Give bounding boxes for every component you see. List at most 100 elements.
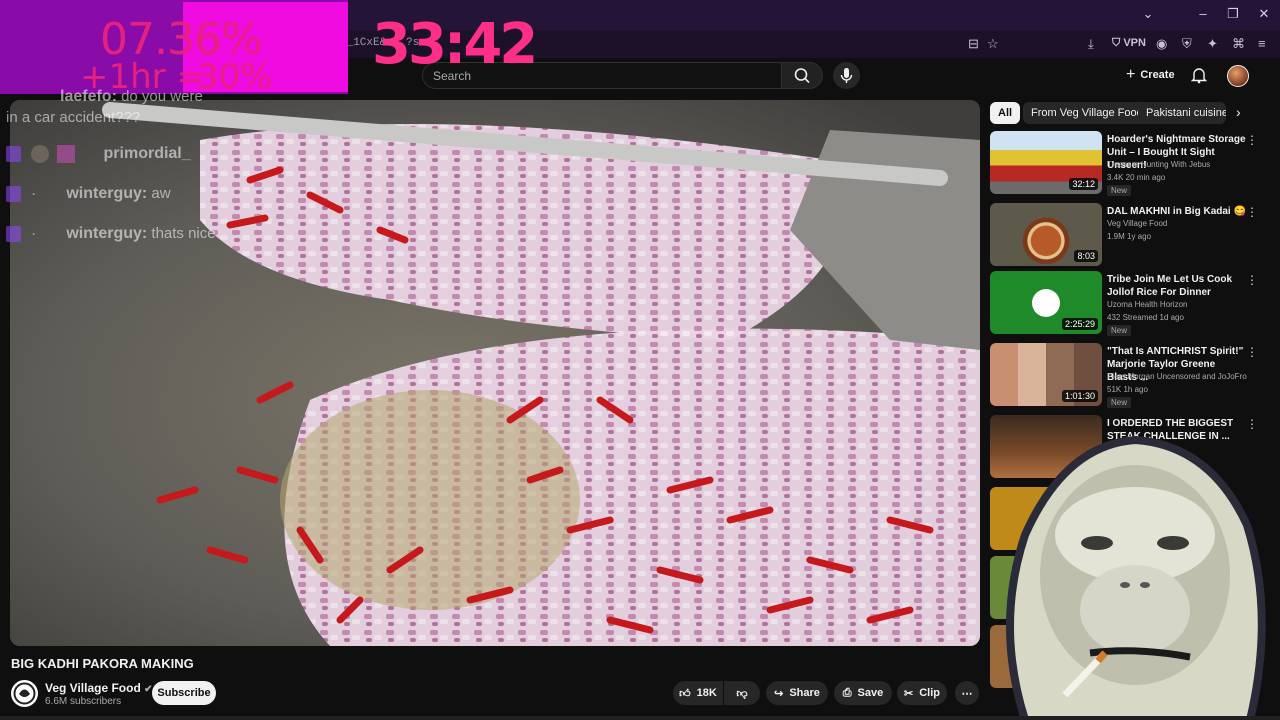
chat-username: primordial_ [103, 145, 191, 162]
recommendation-meta: 432 Streamed 1d ago [1107, 313, 1184, 322]
new-badge: New [1107, 397, 1132, 408]
chat-text: do you were [121, 88, 203, 105]
recommendation-meta: 3.4K 20 min ago [1107, 173, 1166, 182]
recommendation-item[interactable]: 8:03 DAL MAKHNI in Big Kadai 😋 Veg Villa… [990, 203, 1260, 267]
chat-username: winterguy: [66, 185, 148, 202]
more-options-icon[interactable]: ⋮ [1246, 205, 1258, 219]
video-thumbnail[interactable]: 8:03 [990, 203, 1102, 266]
stream-timer: 33:42 [372, 12, 538, 77]
search-icon [794, 68, 810, 84]
channel-text: Piers Morgan Uncensored [1107, 372, 1200, 381]
microphone-icon [840, 68, 853, 83]
tab-list-chevron-icon[interactable]: ⌄ [1138, 6, 1158, 22]
like-count: 18K [696, 687, 717, 699]
twitch-icon [6, 226, 21, 243]
more-options-icon[interactable]: ⋮ [1246, 345, 1258, 359]
account-icon[interactable]: ◉ [1156, 36, 1167, 52]
channel-avatar[interactable] [11, 680, 38, 707]
minimize-button[interactable]: – [1193, 6, 1213, 21]
downloads-icon[interactable]: ⤓ [1088, 36, 1094, 52]
chip-all[interactable]: All [990, 102, 1021, 124]
chip-pakistani-cuisine[interactable]: Pakistani cuisine [1138, 102, 1226, 124]
chat-text: aw [151, 185, 171, 202]
recommendation-item[interactable]: 32:12 Hoarder's Nightmare Storage Unit –… [990, 131, 1260, 196]
chat-text: thats nice [151, 225, 216, 242]
video-thumbnail[interactable]: 1:01:30 [990, 343, 1102, 406]
duration-badge: 2:25:29 [1061, 318, 1098, 330]
subscriber-count: 6.6M subscribers [45, 696, 122, 707]
chat-text: in a car accident??? [6, 109, 141, 126]
bookmark-icon: ⎙ [842, 686, 852, 699]
page-bottom-divider [0, 716, 1280, 720]
recommendation-title: Tribe Join Me Let Us Cook Jollof Rice Fo… [1107, 274, 1233, 298]
channel-name[interactable]: Veg Village Food ✔ [45, 681, 153, 695]
more-dots-icon: ⋯ [961, 687, 973, 700]
chat-avatar [31, 145, 50, 164]
duration-badge: 8:03 [1074, 250, 1098, 262]
vpn-button[interactable]: ⛉ VPN [1112, 37, 1146, 50]
create-button[interactable]: + Create [1120, 64, 1181, 86]
chips-next-chevron-icon[interactable]: › [1236, 104, 1241, 120]
profile-icon[interactable]: ⌘ [1232, 36, 1245, 52]
chat-message: · winterguy: thats nice [6, 225, 216, 243]
chat-username: laefefo: [60, 88, 117, 105]
create-label: Create [1140, 69, 1175, 81]
channel-logo-icon [13, 682, 36, 705]
vpn-shield-icon: ⛉ [1112, 37, 1121, 49]
voice-search-button[interactable] [833, 62, 860, 89]
more-options-icon[interactable]: ⋮ [1246, 133, 1258, 147]
recommendation-channel: Treasure Hunting With Jebus [1107, 160, 1211, 169]
webcam-overlay [1006, 435, 1266, 720]
close-window-button[interactable]: ✕ [1254, 6, 1274, 22]
share-icon: ↪ [774, 687, 784, 700]
chat-message: primordial_ [6, 145, 191, 164]
twitch-icon [6, 186, 21, 203]
recommendation-channel: Uzoma Health Horizon [1107, 300, 1188, 309]
clip-label: Clip [919, 687, 940, 699]
video-player[interactable] [10, 100, 980, 646]
channel-name-text: Veg Village Food [45, 681, 141, 695]
like-button[interactable]: 👍︎ 18K [673, 681, 723, 705]
notifications-bell-icon[interactable] [1190, 66, 1208, 84]
menu-icon[interactable]: ≡ [1258, 36, 1266, 51]
thumbs-up-icon: 👍︎ [679, 687, 691, 700]
channel-extra-text: and JoJoFro [1202, 372, 1247, 381]
extensions-icon[interactable]: ✦ [1207, 36, 1218, 52]
recommendation-title: DAL MAKHNI in Big Kadai 😋 [1107, 206, 1246, 217]
search-button[interactable] [781, 62, 823, 89]
recommendation-item[interactable]: 1:01:30 "That Is ANTICHRIST Spirit!" Mar… [990, 343, 1260, 408]
recommendation-meta: 51K 1h ago [1107, 385, 1148, 394]
video-frame [10, 100, 980, 646]
video-thumbnail[interactable]: 2:25:29 [990, 271, 1102, 334]
more-actions-button[interactable]: ⋯ [955, 681, 979, 705]
recommendation-item[interactable]: 2:25:29 Tribe Join Me Let Us Cook Jollof… [990, 271, 1260, 336]
restore-button[interactable]: ❐ [1223, 6, 1243, 22]
save-button[interactable]: ⎙ Save [834, 681, 892, 705]
chat-message: in a car accident??? [6, 109, 140, 126]
new-badge: New [1107, 325, 1132, 336]
clip-button[interactable]: ✂ Clip [897, 681, 947, 705]
plus-icon: + [1126, 66, 1136, 83]
chip-from-channel[interactable]: From Veg Village Food [1023, 102, 1151, 124]
save-label: Save [857, 687, 884, 699]
share-label: Share [789, 687, 820, 699]
shield-extension-icon[interactable]: ⛨ [1182, 36, 1192, 52]
subscribe-button[interactable]: Subscribe [152, 681, 216, 705]
bookmark-star-icon[interactable]: ☆ [987, 36, 999, 52]
video-thumbnail[interactable]: 32:12 [990, 131, 1102, 194]
vpn-label: VPN [1123, 37, 1146, 49]
reader-mode-icon[interactable]: ⊟ [968, 36, 979, 52]
user-avatar[interactable] [1227, 65, 1249, 87]
progress-overlay: 07.36% +1hr = 30% [0, 0, 348, 97]
dislike-button[interactable]: 👎︎ [724, 681, 760, 705]
share-button[interactable]: ↪ Share [766, 681, 828, 705]
more-options-icon[interactable]: ⋮ [1246, 273, 1258, 287]
heart-badge-icon [57, 145, 76, 164]
channel-logo-icon [1032, 289, 1060, 317]
chat-message: laefefo: do you were [60, 88, 203, 106]
duration-badge: 1:01:30 [1061, 390, 1098, 402]
recommendation-channel: Piers Morgan Uncensored and JoJoFro [1107, 372, 1247, 381]
chat-username: winterguy: [66, 225, 148, 242]
recommendation-meta: 1.9M 1y ago [1107, 232, 1152, 241]
recommendation-channel: Veg Village Food [1107, 219, 1168, 228]
